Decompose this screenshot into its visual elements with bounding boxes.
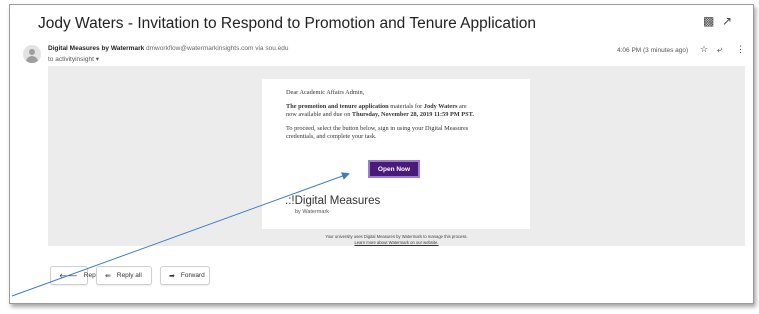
arrow-line <box>11 172 350 297</box>
annotation-arrow <box>11 172 350 297</box>
